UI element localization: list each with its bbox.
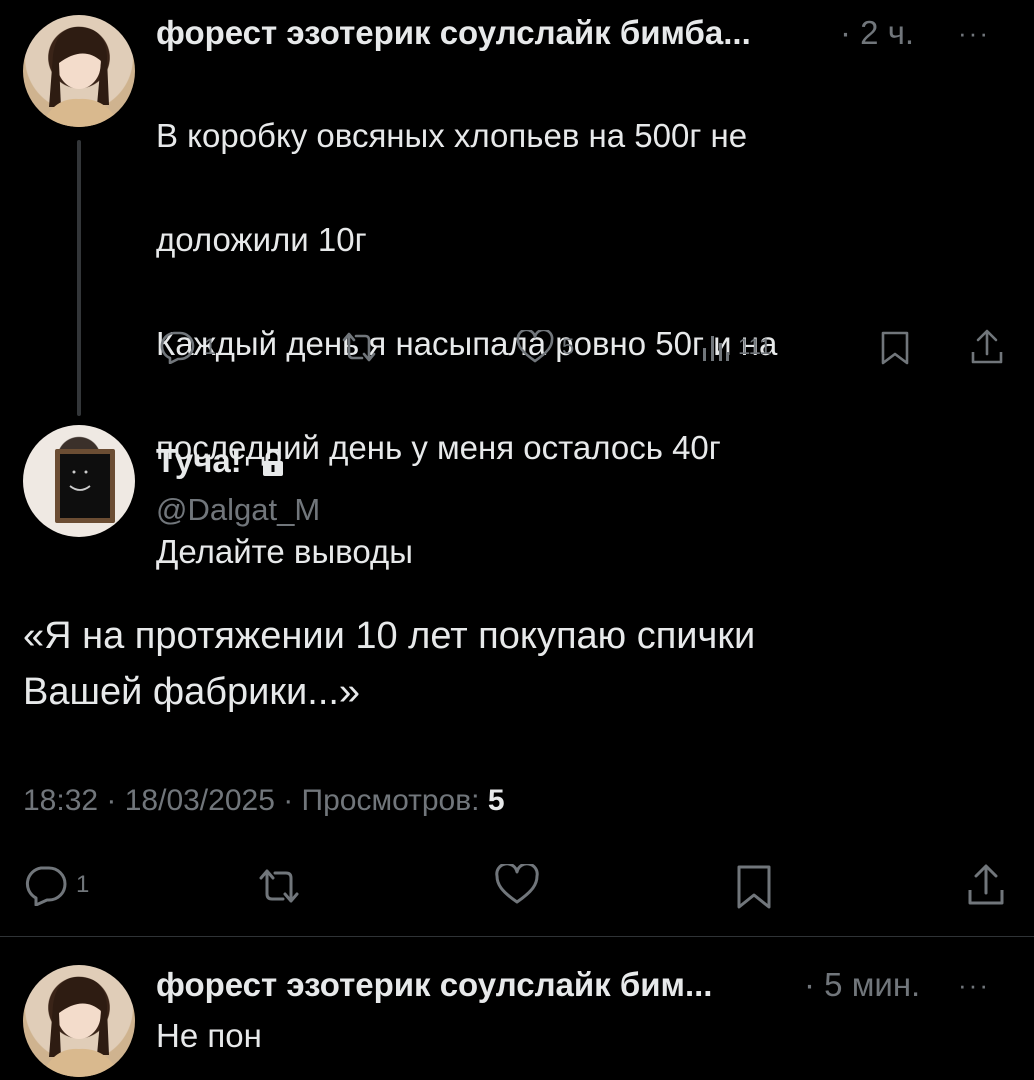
- post-text: «Я на протяжении 10 лет покупаю спички В…: [23, 608, 755, 720]
- separator: ·: [804, 966, 815, 1003]
- share-button[interactable]: [966, 862, 1006, 908]
- post-text: Не пон: [156, 1017, 262, 1054]
- repost-icon: [342, 332, 376, 362]
- thread-line: [77, 140, 81, 416]
- repost-button[interactable]: [254, 866, 304, 906]
- author-name[interactable]: форест эзотерик соулслайк бимба...: [156, 14, 751, 52]
- more-options-icon[interactable]: ···: [958, 970, 990, 1001]
- post-meta-text: 18:32 · 18/03/2025 · Просмотров:: [23, 784, 488, 817]
- lock-icon: [262, 449, 283, 477]
- display-name[interactable]: Туча!: [156, 442, 285, 480]
- bookmark-icon: [737, 865, 771, 909]
- author-name[interactable]: форест эзотерик соулслайк бим...: [156, 966, 712, 1004]
- time-label[interactable]: 2 ч.: [860, 14, 914, 51]
- reply-count: 1: [204, 334, 217, 359]
- avatar-image-icon: [41, 976, 121, 1077]
- post-text-line: Вашей фабрики...»: [23, 671, 361, 713]
- post-time: · 2 ч.: [840, 14, 914, 52]
- bookmark-button[interactable]: [736, 864, 772, 910]
- post-time: · 5 мин.: [804, 966, 920, 1004]
- post-meta: 18:32 · 18/03/2025 · Просмотров: 5: [23, 784, 505, 818]
- user-handle[interactable]: @Dalgat_M: [156, 492, 320, 528]
- heart-icon: [495, 864, 539, 904]
- like-button[interactable]: [494, 864, 540, 906]
- post-text-line: Делайте выводы: [156, 533, 413, 570]
- views-chart-icon: [703, 336, 729, 361]
- post-text-line: В коробку овсяных хлопьев на 500г не: [156, 117, 748, 154]
- repost-icon: [259, 869, 299, 903]
- share-button[interactable]: [970, 328, 1004, 366]
- share-icon: [968, 864, 1004, 905]
- reply-button[interactable]: 1: [158, 330, 216, 364]
- views-count: 111: [738, 334, 772, 359]
- like-count: 5: [562, 334, 575, 359]
- share-icon: [971, 329, 1003, 364]
- separator: ·: [840, 14, 851, 51]
- reply-icon: [25, 866, 67, 906]
- post-text-line: Каждый день я насыпала ровно 50г и на: [156, 325, 778, 362]
- post-text-line: доложили 10г: [156, 221, 367, 258]
- post-text-line: «Я на протяжении 10 лет покупаю спички: [23, 615, 756, 657]
- author-avatar[interactable]: [23, 965, 135, 1077]
- reply-icon: [160, 331, 195, 364]
- bookmark-button[interactable]: [880, 330, 910, 366]
- repost-button[interactable]: [338, 330, 388, 364]
- avatar-smiley-icon: [55, 449, 115, 523]
- views-button[interactable]: 111: [700, 330, 771, 364]
- post-text: В коробку овсяных хлопьев на 500г не дол…: [156, 58, 777, 630]
- display-name-text: Туча!: [156, 442, 242, 479]
- time-label[interactable]: 5 мин.: [824, 966, 920, 1003]
- reply-button[interactable]: 1: [22, 864, 89, 906]
- author-avatar[interactable]: [23, 425, 135, 537]
- divider: [0, 936, 1034, 937]
- avatar-image-icon: [41, 26, 121, 127]
- more-options-icon[interactable]: ···: [958, 18, 990, 49]
- like-button[interactable]: 5: [516, 330, 574, 364]
- views-count[interactable]: 5: [488, 784, 505, 817]
- heart-icon: [516, 330, 554, 363]
- reply-count: 1: [76, 871, 90, 898]
- author-avatar[interactable]: [23, 15, 135, 127]
- bookmark-icon: [881, 331, 909, 365]
